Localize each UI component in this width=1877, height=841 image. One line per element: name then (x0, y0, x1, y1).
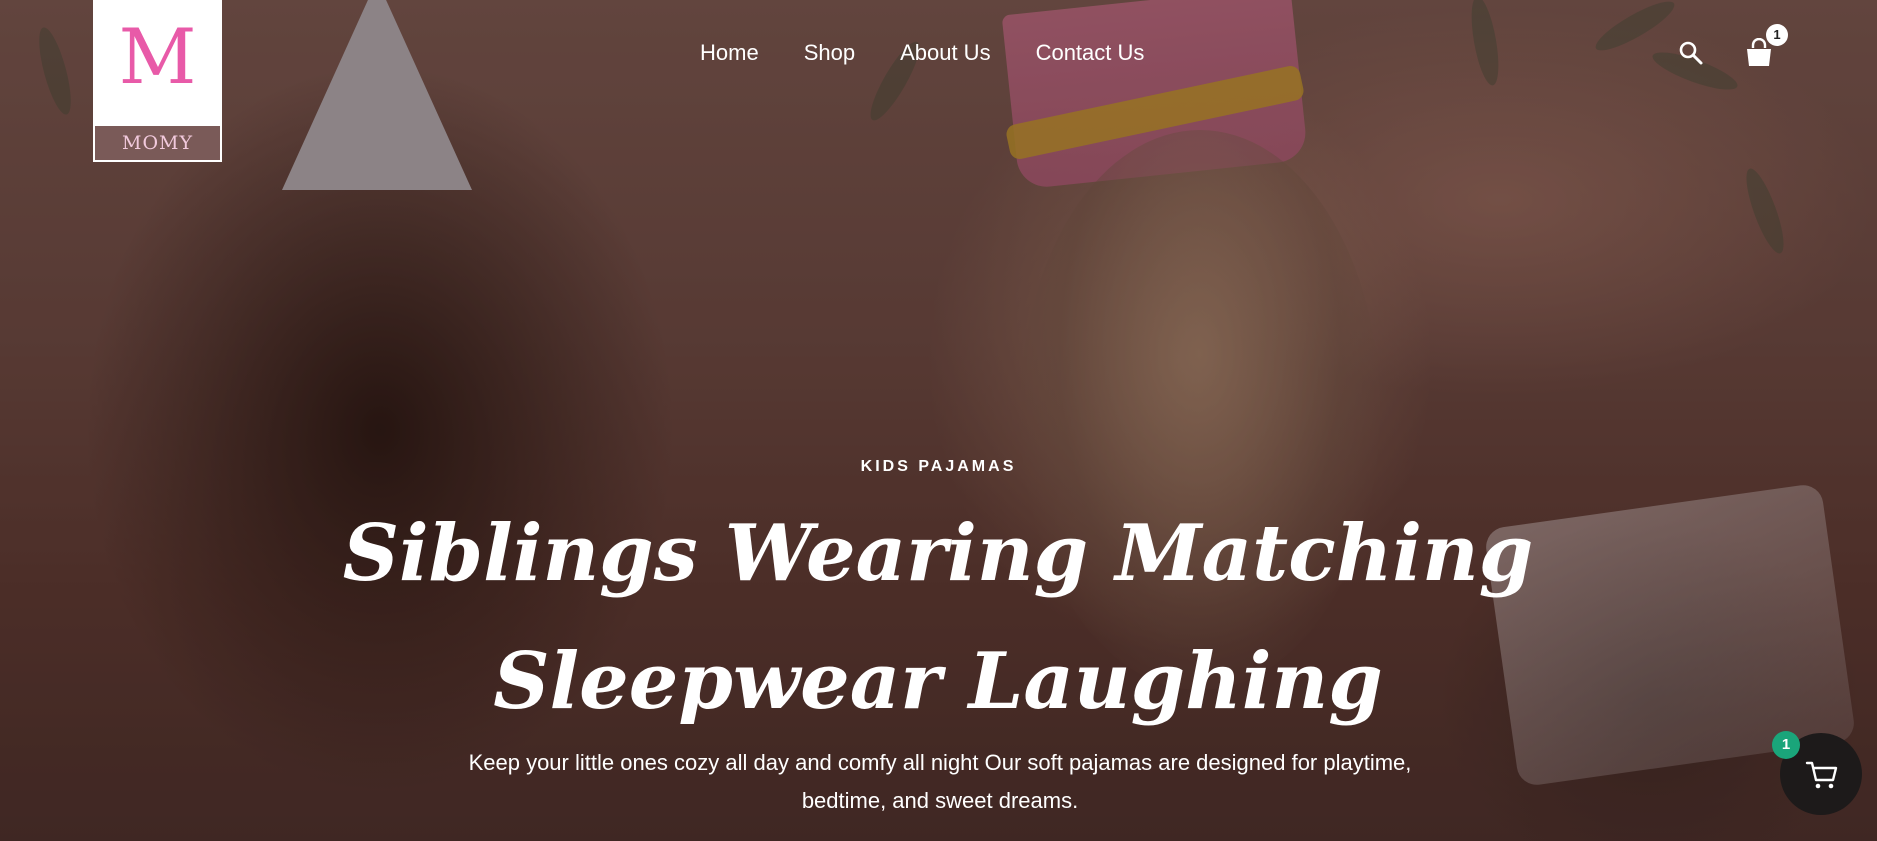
cart-button[interactable]: 1 (1744, 24, 1788, 73)
nav-item-contact-us[interactable]: Contact Us (1036, 40, 1145, 66)
nav-item-about-us[interactable]: About Us (900, 40, 991, 66)
hero-headline: Siblings Wearing Matching Sleepwear Laug… (338, 490, 1538, 746)
search-icon[interactable] (1678, 40, 1704, 71)
floating-cart-button[interactable]: 1 (1772, 731, 1862, 815)
cart-count-badge: 1 (1766, 24, 1788, 46)
logo-letter: M (118, 12, 197, 101)
nav-item-home[interactable]: Home (700, 40, 759, 66)
hero-headline-line2: Sleepwear Laughing (493, 636, 1383, 727)
hero-eyebrow: KIDS PAJAMAS (860, 458, 1017, 475)
nav-item-shop[interactable]: Shop (804, 40, 855, 66)
hero-subtext-line2: bedtime, and sweet dreams. (801, 788, 1079, 813)
hero-subtext: Keep your little ones cozy all day and c… (420, 744, 1460, 820)
hero-subtext-line1: Keep your little ones cozy all day and c… (468, 750, 1412, 775)
cart-icon (1805, 761, 1838, 789)
floating-cart-count-badge: 1 (1772, 731, 1800, 759)
brand-logo[interactable]: M MOMY (93, 0, 222, 162)
main-nav: Home Shop About Us Contact Us (700, 40, 1144, 66)
hero-headline-line1: Siblings Wearing Matching (342, 508, 1534, 599)
logo-brand-name: MOMY (94, 125, 221, 161)
header-actions: 1 (1678, 24, 1788, 73)
